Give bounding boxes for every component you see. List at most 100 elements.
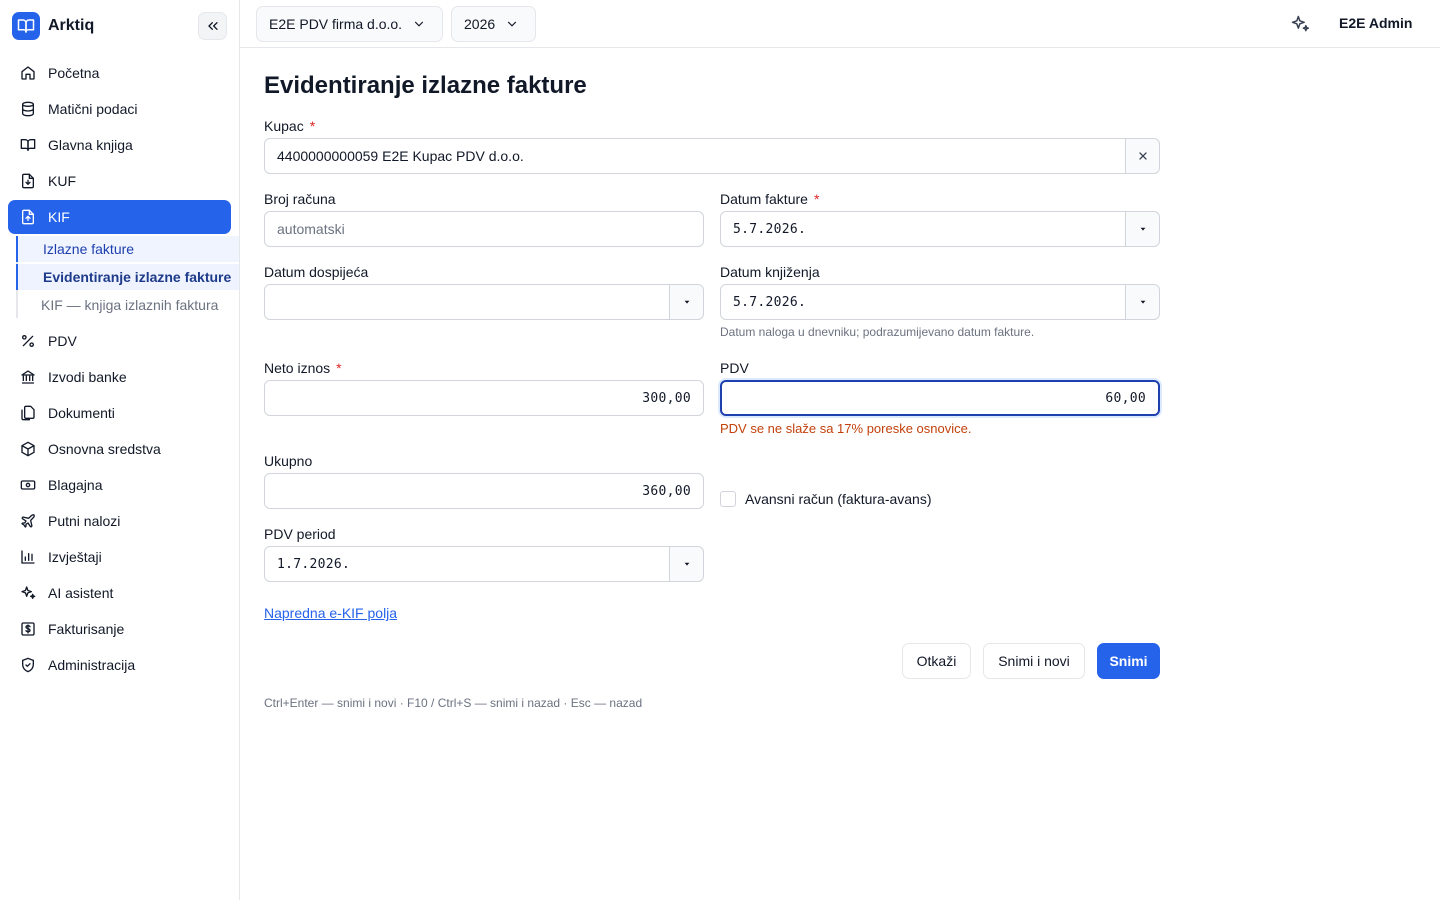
sidebar-item-label: Izvodi banke — [48, 369, 127, 385]
bar-chart-icon — [20, 549, 36, 565]
avans-checkbox-row[interactable]: Avansni račun (faktura-avans) — [720, 491, 932, 507]
sidebar-item-glavna-knjiga[interactable]: Glavna knjiga — [8, 128, 231, 162]
pdv-period-value: 1.7.2026. — [277, 556, 351, 572]
datum-knjizenja-hint: Datum naloga u dnevniku; podrazumijevano… — [720, 325, 1035, 339]
pdv-period-picker-button[interactable] — [670, 546, 704, 582]
kupac-value: 4400000000059 E2E Kupac PDV d.o.o. — [277, 148, 524, 164]
neto-iznos-value: 300,00 — [642, 390, 691, 406]
sidebar-item-kuf[interactable]: KUF — [8, 164, 231, 198]
kif-subnav: Izlazne fakture Evidentiranje izlazne fa… — [16, 236, 239, 318]
book-icon — [20, 137, 36, 153]
sidebar-item-pdv[interactable]: PDV — [8, 324, 231, 358]
datum-fakture-label: Datum fakture * — [720, 191, 820, 207]
caret-down-icon — [1139, 225, 1147, 233]
datum-dospijeca-label: Datum dospijeća — [264, 264, 369, 280]
clear-kupac-button[interactable] — [1126, 138, 1160, 174]
broj-racuna-placeholder: automatski — [277, 221, 345, 237]
caret-down-icon — [683, 560, 691, 568]
datum-knjizenja-input[interactable]: 5.7.2026. — [720, 284, 1126, 320]
datum-fakture-picker-button[interactable] — [1126, 211, 1160, 247]
shield-icon — [20, 657, 36, 673]
sidebar-item-fakturisanje[interactable]: Fakturisanje — [8, 612, 231, 646]
user-menu[interactable]: E2E Admin — [1339, 15, 1412, 31]
caret-down-icon — [1139, 298, 1147, 306]
datum-fakture-input[interactable]: 5.7.2026. — [720, 211, 1126, 247]
sidebar-item-label: Dokumenti — [48, 405, 115, 421]
pdv-input[interactable]: 60,00 — [720, 380, 1160, 416]
save-button[interactable]: Snimi — [1097, 643, 1160, 679]
sidebar-item-blagajna[interactable]: Blagajna — [8, 468, 231, 502]
sidebar-item-administracija[interactable]: Administracija — [8, 648, 231, 682]
pdv-error-message: PDV se ne slaže sa 17% poreske osnovice. — [720, 421, 972, 436]
sidebar-nav: Početna Matični podaci Glavna knjiga KUF… — [8, 56, 239, 684]
sidebar-item-putni-nalozi[interactable]: Putni nalozi — [8, 504, 231, 538]
sidebar-item-pocetna[interactable]: Početna — [8, 56, 231, 90]
bank-icon — [20, 369, 36, 385]
file-download-icon — [20, 173, 36, 189]
kupac-label: Kupac * — [264, 118, 316, 134]
kupac-input[interactable]: 4400000000059 E2E Kupac PDV d.o.o. — [264, 138, 1126, 174]
neto-iznos-label: Neto iznos * — [264, 360, 342, 376]
ai-assistant-button[interactable] — [1290, 14, 1310, 34]
year-select[interactable]: 2026 — [451, 6, 536, 42]
brand[interactable]: Arktiq — [12, 12, 94, 40]
topbar: E2E PDV firma d.o.o. 2026 E2E Admin — [240, 0, 1440, 48]
broj-racuna-input[interactable]: automatski — [264, 211, 704, 247]
datum-knjizenja-label: Datum knjiženja — [720, 264, 820, 280]
sidebar-item-label: Osnovna sredstva — [48, 441, 161, 457]
broj-racuna-label: Broj računa — [264, 191, 336, 207]
sidebar-item-maticni-podaci[interactable]: Matični podaci — [8, 92, 231, 126]
close-icon — [1137, 150, 1149, 162]
box-icon — [20, 441, 36, 457]
advanced-ekif-link[interactable]: Napredna e-KIF polja — [264, 605, 397, 621]
keyboard-shortcuts-hint: Ctrl+Enter — snimi i novi · F10 / Ctrl+S… — [264, 696, 643, 710]
sparkles-icon — [20, 585, 36, 601]
save-and-new-button[interactable]: Snimi i novi — [983, 643, 1085, 679]
datum-dospijeca-input[interactable] — [264, 284, 670, 320]
ukupno-input[interactable]: 360,00 — [264, 473, 704, 509]
database-icon — [20, 101, 36, 117]
datum-knjizenja-value: 5.7.2026. — [733, 294, 807, 310]
year-select-value: 2026 — [464, 16, 496, 32]
sidebar-item-dokumenti[interactable]: Dokumenti — [8, 396, 231, 430]
pdv-period-input[interactable]: 1.7.2026. — [264, 546, 670, 582]
subnav-item-izlazne-fakture[interactable]: Izlazne fakture — [16, 236, 239, 262]
sidebar-item-label: Glavna knjiga — [48, 137, 133, 153]
cancel-button[interactable]: Otkaži — [902, 643, 971, 679]
sparkles-icon — [1290, 14, 1310, 34]
sidebar-item-label: KUF — [48, 173, 76, 189]
sidebar-item-label: Administracija — [48, 657, 136, 673]
chevron-down-icon — [505, 17, 519, 31]
sidebar-item-label: Matični podaci — [48, 101, 138, 117]
sidebar-item-label: Blagajna — [48, 477, 103, 493]
page-title: Evidentiranje izlazne fakture — [264, 72, 587, 99]
subnav-item-kif-knjiga[interactable]: KIF — knjiga izlaznih faktura — [16, 292, 239, 318]
app-name: Arktiq — [48, 17, 95, 34]
datum-knjizenja-picker-button[interactable] — [1126, 284, 1160, 320]
file-upload-icon — [20, 209, 36, 225]
datum-fakture-value: 5.7.2026. — [733, 221, 807, 237]
cash-icon — [20, 477, 36, 493]
sidebar-item-label: Putni nalozi — [48, 513, 121, 529]
chevron-down-icon — [412, 17, 426, 31]
subnav-item-evidentiranje[interactable]: Evidentiranje izlazne fakture — [16, 264, 239, 290]
sidebar-item-ai-asistent[interactable]: AI asistent — [8, 576, 231, 610]
avans-checkbox[interactable] — [720, 491, 736, 507]
neto-iznos-input[interactable]: 300,00 — [264, 380, 704, 416]
sidebar-item-izvjestaji[interactable]: Izvještaji — [8, 540, 231, 574]
percent-icon — [20, 333, 36, 349]
sidebar-item-label: PDV — [48, 333, 77, 349]
pdv-label: PDV — [720, 360, 749, 376]
ukupno-label: Ukupno — [264, 453, 313, 469]
sidebar-item-kif[interactable]: KIF — [8, 200, 231, 234]
book-open-logo-icon — [12, 12, 40, 40]
avans-label: Avansni račun (faktura-avans) — [745, 491, 932, 507]
company-select[interactable]: E2E PDV firma d.o.o. — [256, 6, 443, 42]
sidebar-item-label: Izvještaji — [48, 549, 102, 565]
collapse-sidebar-button[interactable] — [198, 12, 227, 40]
sidebar-item-label: AI asistent — [48, 585, 114, 601]
sidebar-item-izvodi-banke[interactable]: Izvodi banke — [8, 360, 231, 394]
datum-dospijeca-picker-button[interactable] — [670, 284, 704, 320]
pdv-value: 60,00 — [1105, 390, 1146, 406]
sidebar-item-osnovna-sredstva[interactable]: Osnovna sredstva — [8, 432, 231, 466]
